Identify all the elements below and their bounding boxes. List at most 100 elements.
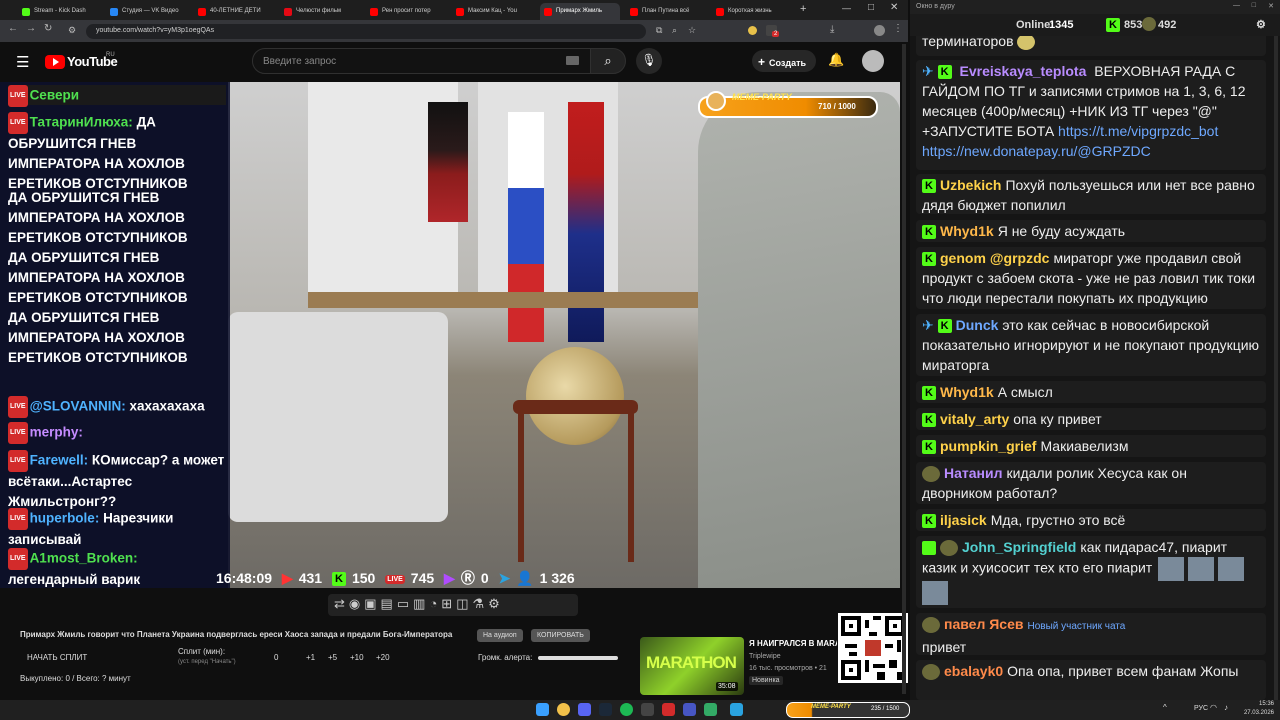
total-viewers: 1 326 [539,570,575,586]
tray-up-icon[interactable]: ^ [1163,703,1167,712]
browser-tab[interactable]: Студия — VK Видео [106,3,186,20]
recommended-channel[interactable]: Triplewipe [749,653,781,660]
add-icon[interactable]: ⊞ [441,596,456,611]
chat-scrollbar[interactable] [1274,36,1278,700]
extension-icon[interactable] [748,26,757,35]
theater-icon[interactable]: ▥ [413,596,429,611]
clock-date[interactable]: 27.03.2026 [1240,710,1274,716]
plus-icon: + [758,55,766,69]
chat-link[interactable]: https://t.me/vipgrpzdc_bot [1058,123,1218,139]
keyboard-icon[interactable] [566,56,579,65]
user-avatar[interactable] [862,50,884,72]
camera-icon[interactable]: ◫ [456,596,472,611]
chat-username[interactable]: павел Ясев [944,616,1023,632]
voice-search-icon[interactable]: 🎙 [636,48,662,74]
browser-tab[interactable]: Короткая жизнь [712,3,792,20]
chat-username[interactable]: genom [940,250,986,266]
bookmark-star-icon[interactable]: ☆ [688,25,696,36]
search-button[interactable]: ⌕ [590,48,626,74]
chat-username[interactable]: Натанил [944,465,1003,481]
clock-time[interactable]: 15:36 [1244,701,1274,707]
start-split-button[interactable]: НАЧАТЬ СПЛИТ [27,653,87,662]
browser-tab[interactable]: Максим Кац - You [452,3,532,20]
install-icon[interactable]: ⧉ [656,25,662,36]
create-button[interactable]: + Создать [752,50,816,72]
steam-icon[interactable] [599,703,612,716]
browser-tab[interactable]: Челюсти фильм [280,3,360,20]
chat-username[interactable]: vitaly_arty [940,411,1009,427]
telegram-icon[interactable] [730,703,743,716]
app-icon[interactable] [683,703,696,716]
app-icon[interactable] [704,703,717,716]
chat-messages[interactable]: терминаторов ✈ K Evreiskaya_teplota ВЕРХ… [910,36,1280,700]
chat-username[interactable]: Dunck [956,317,999,333]
pip-icon[interactable]: ▭ [397,596,413,611]
chat-message-text: опа ку привет [1013,411,1102,427]
profile-avatar[interactable] [874,25,885,36]
settings-gear-icon[interactable]: ⚙ [488,596,504,611]
minimize-icon[interactable]: — [842,3,851,13]
chat-link[interactable]: https://new.donatepay.ru/@GRPZDC [922,143,1151,159]
clip-icon[interactable]: ▤ [381,596,397,611]
zoom-icon[interactable]: ⌕ [672,25,677,36]
chrome-icon[interactable] [557,703,570,716]
copy-button[interactable]: КОПИРОВАТЬ [531,629,590,642]
settings-gear-icon[interactable]: ⚙ [1256,18,1266,31]
url-bar[interactable]: youtube.com/watch?v=yM3p1oegQAs [86,24,646,39]
split-value[interactable]: 0 [274,653,278,662]
recommended-title[interactable]: Я НАИГРАЛСЯ В MARA [749,639,837,648]
video-player[interactable]: LIVE Севери LIVE ТатаринИлюха: ДА ОБРУШИТС… [0,82,900,588]
audio-button[interactable]: На аудиоп [477,629,523,642]
chat-username[interactable]: ebalayk0 [944,663,1003,679]
forward-icon[interactable]: → [26,23,36,34]
site-info-icon[interactable]: ⚙ [68,25,76,36]
increment-1-button[interactable]: +1 [306,653,315,662]
browser-tab-active[interactable]: Примарх Жмиль [540,3,620,20]
chat-username[interactable]: Whyd1k [940,384,994,400]
browser-tab[interactable]: Рен просит потер [366,3,446,20]
search-input[interactable]: Введите запрос [252,48,592,74]
spotify-icon[interactable] [620,703,633,716]
chat-username[interactable]: Evreiskaya_teplota [960,63,1087,79]
speed-icon[interactable]: ◔ [429,596,441,611]
start-icon[interactable] [536,703,549,716]
hamburger-menu-icon[interactable]: ☰ [16,53,29,71]
download-icon[interactable]: ⤓ [830,24,834,35]
alert-volume-slider[interactable] [538,656,618,660]
increment-5-button[interactable]: +5 [328,653,337,662]
loop-icon[interactable]: ⇄ [334,596,349,611]
chat-username[interactable]: pumpkin_grief [940,438,1036,454]
browser-tab[interactable]: Stream - Kick Dash [18,3,98,20]
reload-icon[interactable]: ↻ [44,23,52,34]
chat-username[interactable]: Whyd1k [940,223,994,239]
chat-username[interactable]: John_Springfield [962,539,1076,555]
browser-tab[interactable]: 40-ЛЕТНИЕ ДЕТИ [194,3,274,20]
increment-20-button[interactable]: +20 [376,653,390,662]
scrollbar[interactable] [902,44,906,694]
recommended-thumbnail[interactable]: MARATHON 35:08 [640,637,744,695]
chat-username[interactable]: Uzbekich [940,177,1001,193]
browser-tab[interactable]: План Путина всё [626,3,706,20]
chat-username[interactable]: iljasick [940,512,987,528]
wifi-icon[interactable]: ◠ [1210,703,1217,712]
maximize-icon[interactable]: □ [868,2,874,13]
close-window-icon[interactable]: ✕ [890,2,898,13]
notifications-bell-icon[interactable]: 🔔 [828,52,844,68]
screenshot-icon[interactable]: ▣ [364,596,380,611]
volume-icon[interactable]: ♪ [1224,703,1228,712]
youtube-logo-icon[interactable] [45,55,65,69]
minimize-icon[interactable]: — [1233,2,1240,9]
language-indicator[interactable]: РУС [1194,705,1208,712]
obs-icon[interactable] [641,703,654,716]
close-icon[interactable]: ✕ [1268,2,1274,10]
discord-icon[interactable] [578,703,591,716]
menu-dots-icon[interactable]: ⋮ [893,23,903,34]
maximize-icon[interactable]: □ [1252,2,1256,9]
increment-10-button[interactable]: +10 [350,653,364,662]
flask-icon[interactable]: ⚗ [473,596,489,611]
people-icon: 👤 [516,570,534,586]
app-icon[interactable] [662,703,675,716]
broadcast-icon[interactable]: ◉ [349,596,364,611]
new-tab-icon[interactable]: + [800,3,806,15]
back-icon[interactable]: ← [8,23,18,34]
